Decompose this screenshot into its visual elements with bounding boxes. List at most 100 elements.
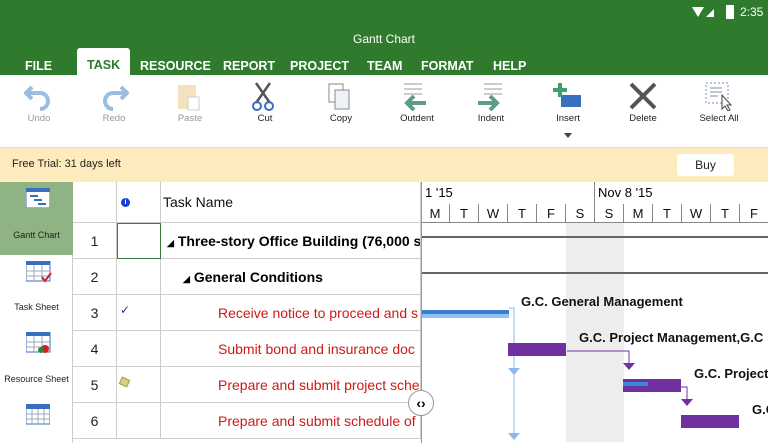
task-bar[interactable]: [508, 343, 566, 356]
title-bar: Gantt Chart FILE TASK RESOURCE REPORT PR…: [0, 25, 768, 75]
wifi-signal-icon: [692, 7, 714, 17]
select-all-label: Select All: [699, 113, 739, 124]
copy-label: Copy: [329, 113, 353, 124]
resource-label: G.C. Project Management,G.C: [579, 330, 764, 345]
day-label: T: [508, 204, 537, 223]
tab-team[interactable]: TEAM: [367, 58, 402, 75]
undo-label: Undo: [27, 113, 51, 124]
view-sidebar: Gantt Chart Task Sheet Resource Sheet: [0, 182, 73, 443]
week-label: Nov 8 '15: [594, 182, 653, 204]
progress-bar: [623, 382, 648, 386]
view-gantt-chart[interactable]: Gantt Chart: [0, 182, 73, 255]
task-name-cell[interactable]: Receive notice to proceed and s: [161, 295, 421, 331]
day-label: S: [566, 204, 595, 223]
task-name-cell[interactable]: Prepare and submit project sche: [161, 367, 421, 403]
row-number: 4: [73, 331, 117, 367]
note-icon[interactable]: [118, 376, 131, 388]
delete-button[interactable]: Delete: [608, 75, 678, 148]
row-number: 6: [73, 403, 117, 439]
view-resource-sheet[interactable]: Resource Sheet: [0, 327, 73, 399]
undo-icon: [24, 85, 50, 111]
tab-format[interactable]: FORMAT: [421, 58, 474, 75]
task-name-cell[interactable]: ◢ General Conditions: [161, 259, 421, 295]
insert-row-icon: [553, 83, 581, 107]
indicator-cell: [117, 403, 161, 439]
task-bar[interactable]: [623, 379, 681, 392]
split-handle-icon[interactable]: ‹›: [408, 390, 434, 416]
cut-button[interactable]: Cut: [230, 75, 300, 148]
calendar-icon: [26, 404, 50, 425]
copy-button[interactable]: Copy: [306, 75, 376, 148]
battery-icon: [726, 5, 734, 19]
resource-sheet-icon: [26, 332, 51, 353]
indicator-cell: [117, 259, 161, 295]
view-task-sheet[interactable]: Task Sheet: [0, 255, 73, 327]
select-all-icon: [705, 82, 733, 111]
paste-label: Paste: [177, 113, 203, 124]
buy-button[interactable]: Buy: [677, 154, 734, 176]
indent-button[interactable]: Indent: [456, 75, 526, 148]
view-label: Resource Sheet: [4, 374, 69, 384]
trial-text: Free Trial: 31 days left: [12, 158, 121, 170]
collapse-triangle-icon[interactable]: ◢: [167, 238, 174, 248]
paste-icon: [178, 85, 200, 111]
indicator-cell: [117, 331, 161, 367]
day-label: W: [682, 204, 711, 223]
undo-button[interactable]: Undo: [4, 75, 74, 148]
gantt-chart-icon: [26, 188, 50, 208]
task-name-header[interactable]: Task Name: [161, 182, 421, 223]
outdent-button[interactable]: Outdent: [382, 75, 452, 148]
gantt-chart-area[interactable]: 1 '15 Nov 8 '15 MTWTFSSMTWTF G.C. Genera…: [421, 182, 768, 443]
insert-button[interactable]: Insert: [533, 75, 603, 148]
indent-label: Indent: [477, 113, 505, 124]
redo-button[interactable]: Redo: [79, 75, 149, 148]
tab-resource[interactable]: RESOURCE: [140, 58, 211, 75]
day-label: S: [595, 204, 624, 223]
indicator-cell: ✓: [117, 295, 161, 331]
row-number-header: [73, 182, 117, 223]
progress-bar: [422, 310, 509, 314]
task-name: Three-story Office Building (76,000 s: [177, 233, 421, 249]
collapse-triangle-icon[interactable]: ◢: [183, 274, 190, 284]
paste-button[interactable]: Paste: [155, 75, 225, 148]
row-number: 3: [73, 295, 117, 331]
indicator-header: i: [117, 182, 161, 223]
week-label: 1 '15: [425, 185, 453, 200]
indent-icon: [478, 83, 502, 111]
tab-report[interactable]: REPORT: [223, 58, 275, 75]
day-label: T: [711, 204, 740, 223]
tab-help[interactable]: HELP: [493, 58, 526, 75]
copy-icon: [328, 83, 350, 110]
outdent-icon: [404, 83, 426, 111]
row-number: 1: [73, 223, 117, 259]
task-name-cell[interactable]: Prepare and submit schedule of: [161, 403, 421, 439]
outdent-label: Outdent: [400, 113, 434, 124]
dropdown-arrow-icon[interactable]: [564, 133, 572, 138]
scissors-icon: [252, 82, 274, 111]
ribbon-toolbar: Undo Redo Paste Cut Copy Outdent Indent …: [0, 75, 768, 148]
trial-banner: Free Trial: 31 days left Buy: [0, 148, 768, 182]
app-title: Gantt Chart: [352, 32, 416, 46]
redo-icon: [103, 85, 129, 111]
redo-label: Redo: [102, 113, 126, 124]
tab-task[interactable]: TASK: [77, 48, 131, 75]
day-label: T: [653, 204, 682, 223]
indicator-cell-selected[interactable]: [117, 223, 161, 259]
resource-label: G.C. Project: [694, 366, 768, 381]
task-bar[interactable]: [422, 310, 509, 318]
delete-x-icon: [629, 82, 657, 110]
task-bar[interactable]: [681, 415, 739, 428]
task-name-cell[interactable]: Submit bond and insurance doc: [161, 331, 421, 367]
select-all-button[interactable]: Select All: [684, 75, 754, 148]
task-sheet-icon: [26, 261, 52, 283]
delete-label: Delete: [629, 113, 657, 124]
day-label: F: [740, 204, 768, 223]
view-calendar[interactable]: [0, 399, 73, 443]
row-number: 5: [73, 367, 117, 403]
day-label: F: [537, 204, 566, 223]
day-label: M: [422, 204, 450, 223]
tab-project[interactable]: PROJECT: [290, 58, 349, 75]
row-number: 2: [73, 259, 117, 295]
tab-file[interactable]: FILE: [25, 58, 52, 75]
task-name-cell[interactable]: ◢ Three-story Office Building (76,000 s: [161, 223, 421, 259]
